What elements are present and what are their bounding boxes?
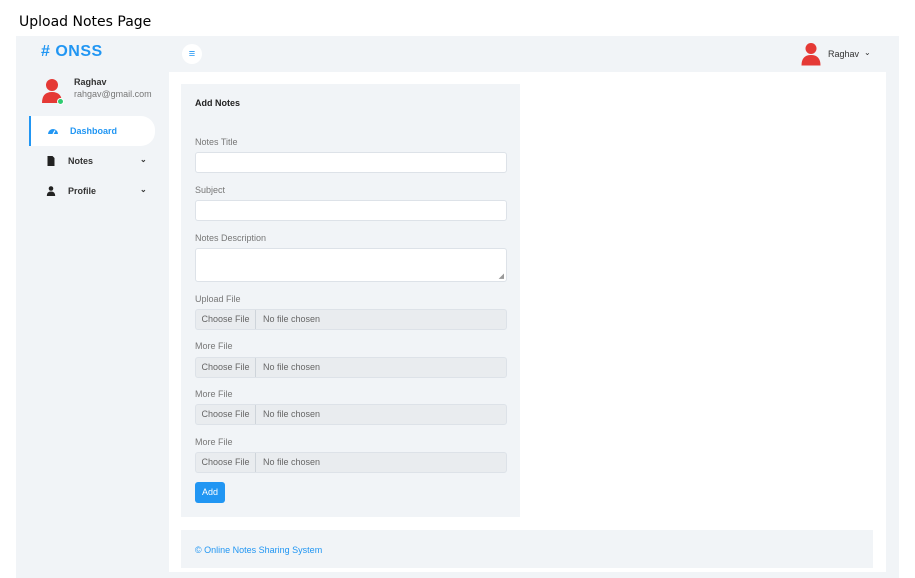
footer-copyright[interactable]: © Online Notes Sharing System (195, 545, 322, 555)
sidebar-item-label: Profile (68, 186, 97, 196)
chevron-down-icon[interactable]: ⌄ (140, 155, 147, 164)
sidebar-item-profile[interactable]: Profile ⌄ (29, 176, 169, 206)
footer: © Online Notes Sharing System (181, 530, 873, 568)
menu-toggle-button[interactable]: ≡ (182, 44, 202, 64)
avatar (801, 43, 821, 66)
sidebar-nav: Dashboard Notes ⌄ Profile ⌄ (29, 116, 169, 206)
more-file-label: More File (195, 389, 233, 399)
user-icon (46, 186, 56, 196)
file-status: No file chosen (263, 457, 321, 467)
description-label: Notes Description (195, 233, 267, 243)
main-content: Add Notes Notes Title Subject Notes Desc… (169, 72, 886, 572)
card-title: Add Notes (195, 98, 240, 108)
file-status: No file chosen (263, 409, 321, 419)
resize-handle-icon[interactable]: ◢ (499, 272, 504, 280)
upload-file-input[interactable]: Choose File No file chosen (195, 309, 507, 330)
sidebar-item-dashboard[interactable]: Dashboard (29, 116, 155, 146)
file-icon (47, 156, 55, 166)
add-button[interactable]: Add (195, 482, 225, 503)
upload-file-label: Upload File (195, 294, 241, 304)
file-status: No file chosen (263, 362, 321, 372)
page-caption: Upload Notes Page (19, 14, 152, 30)
more-file-input[interactable]: Choose File No file chosen (195, 452, 507, 473)
choose-file-button[interactable]: Choose File (196, 310, 256, 329)
more-file-label: More File (195, 437, 233, 447)
user-menu[interactable]: Raghav ⌄ (801, 42, 873, 66)
more-file-input[interactable]: Choose File No file chosen (195, 404, 507, 425)
sidebar-user-email: rahgav@gmail.com (74, 89, 152, 99)
chevron-down-icon[interactable]: ⌄ (864, 48, 871, 57)
description-textarea[interactable]: ◢ (195, 248, 507, 282)
sidebar: # ONSS Raghav rahgav@gmail.com Dashboard (29, 36, 169, 442)
dashboard-icon (48, 129, 58, 135)
top-user-name: Raghav (828, 49, 860, 59)
choose-file-button[interactable]: Choose File (196, 358, 256, 377)
notes-title-label: Notes Title (195, 137, 238, 147)
sidebar-item-notes[interactable]: Notes ⌄ (29, 146, 169, 176)
brand-logo[interactable]: # ONSS (41, 43, 103, 61)
notes-title-input[interactable] (195, 152, 507, 173)
chevron-down-icon[interactable]: ⌄ (140, 185, 147, 194)
subject-label: Subject (195, 185, 226, 195)
subject-input[interactable] (195, 200, 507, 221)
more-file-label: More File (195, 341, 233, 351)
file-status: No file chosen (263, 314, 321, 324)
sidebar-user-name: Raghav (74, 77, 107, 87)
online-indicator (57, 98, 64, 105)
choose-file-button[interactable]: Choose File (196, 405, 256, 424)
add-notes-card: Add Notes Notes Title Subject Notes Desc… (181, 84, 520, 517)
sidebar-item-label: Notes (68, 156, 94, 166)
more-file-input[interactable]: Choose File No file chosen (195, 357, 507, 378)
choose-file-button[interactable]: Choose File (196, 453, 256, 472)
sidebar-user: Raghav rahgav@gmail.com (41, 77, 169, 107)
app-window: # ONSS Raghav rahgav@gmail.com Dashboard (16, 36, 899, 578)
sidebar-item-label: Dashboard (70, 126, 118, 136)
